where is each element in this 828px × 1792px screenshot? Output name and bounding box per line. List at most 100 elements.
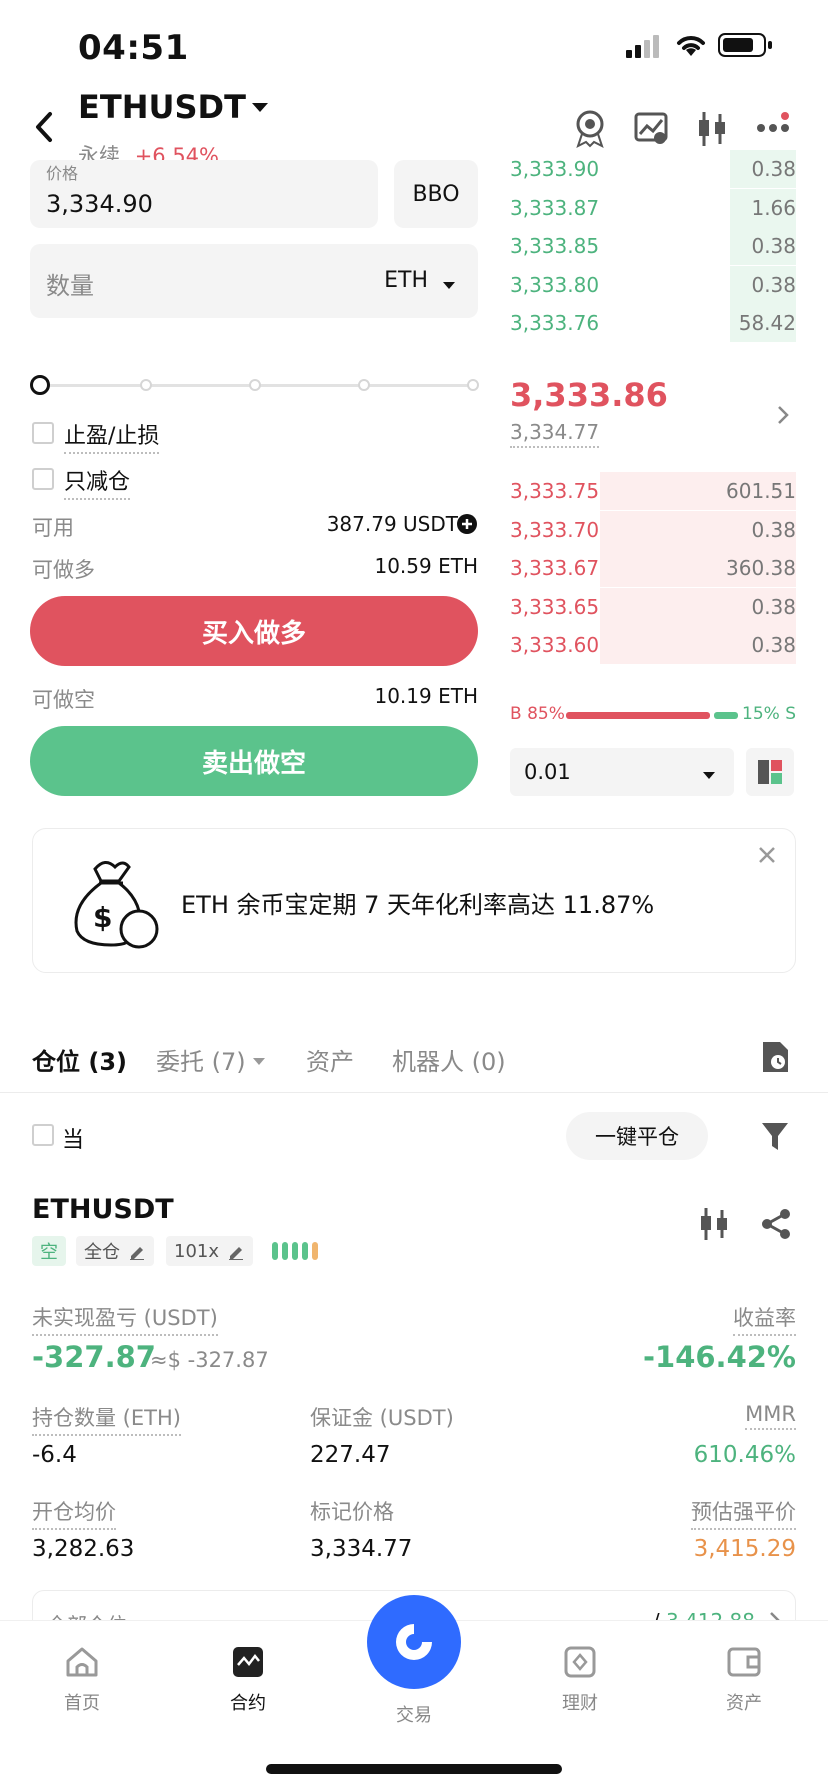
sell-ratio-label: 15% S xyxy=(742,704,796,724)
precision-select[interactable]: 0.01 xyxy=(510,748,734,796)
leverage-label: 101x xyxy=(174,1240,220,1262)
roe-label[interactable]: 收益率 xyxy=(733,1302,796,1336)
position-symbol[interactable]: ETHUSDT xyxy=(32,1194,174,1225)
slider-handle[interactable] xyxy=(30,375,50,395)
chart-settings-icon[interactable] xyxy=(634,112,670,150)
orderbook-price: 3,333.70 xyxy=(510,517,600,542)
roe-value: -146.42% xyxy=(642,1340,796,1374)
entry-label[interactable]: 开仓均价 xyxy=(32,1496,116,1530)
nav-assets[interactable]: 资产 xyxy=(684,1645,804,1715)
precision-value: 0.01 xyxy=(524,760,571,784)
quantity-placeholder: 数量 xyxy=(46,272,94,300)
orderbook-price: 3,333.65 xyxy=(510,594,600,619)
orderbook-row[interactable]: 3,333.80 0.38 xyxy=(510,265,796,304)
nav-futures[interactable]: 合约 xyxy=(188,1645,308,1715)
chevron-right-icon[interactable] xyxy=(776,404,790,430)
mmr-label[interactable]: MMR xyxy=(745,1402,796,1430)
can-short-value: 10.19 ETH xyxy=(374,684,478,708)
orderbook-row[interactable]: 3,333.85 0.38 xyxy=(510,227,796,265)
candlestick-icon[interactable] xyxy=(696,110,728,152)
bbo-button[interactable]: BBO xyxy=(394,160,478,228)
unit-dropdown-icon[interactable] xyxy=(442,276,456,295)
wallet-icon xyxy=(727,1647,761,1677)
badge-icon[interactable] xyxy=(572,110,608,152)
upnl-label[interactable]: 未实现盈亏 (USDT) xyxy=(32,1302,218,1336)
buy-long-button[interactable]: 买入做多 xyxy=(30,596,478,666)
wifi-icon xyxy=(674,30,708,62)
nav-earn-label: 理财 xyxy=(562,1693,598,1714)
battery-icon xyxy=(718,32,774,62)
bbo-label: BBO xyxy=(412,181,460,207)
nav-trade[interactable]: 交易 xyxy=(354,1595,474,1727)
orderbook-row[interactable]: 3,333.65 0.38 xyxy=(510,587,796,626)
add-funds-icon[interactable] xyxy=(456,513,478,539)
margin-mode-label: 全仓 xyxy=(84,1242,120,1263)
reduce-only-label[interactable]: 只减仓 xyxy=(64,464,131,500)
orders-dropdown-icon[interactable] xyxy=(252,1052,266,1071)
margin-mode-tag[interactable]: 全仓 xyxy=(76,1236,154,1266)
can-long-value: 10.59 ETH xyxy=(374,554,478,578)
nav-home[interactable]: 首页 xyxy=(22,1645,142,1715)
quantity-unit[interactable]: ETH xyxy=(384,268,428,293)
orderbook-row[interactable]: 3,333.70 0.38 xyxy=(510,510,796,549)
sell-ratio-bar xyxy=(713,712,738,719)
liq-value: 3,415.29 xyxy=(693,1536,796,1562)
back-icon[interactable] xyxy=(30,110,58,148)
more-icon[interactable] xyxy=(756,112,790,146)
orderbook-price: 3,333.60 xyxy=(510,633,600,657)
tab-orders[interactable]: 委托 (7) xyxy=(156,1042,246,1077)
orderbook-row[interactable]: 3,333.75 601.51 xyxy=(510,472,796,510)
tp-sl-checkbox[interactable] xyxy=(32,422,54,444)
orderbook-size: 0.38 xyxy=(751,517,796,542)
last-price[interactable]: 3,333.86 xyxy=(510,376,668,414)
edit-icon xyxy=(130,1247,144,1260)
position-chart-icon[interactable] xyxy=(698,1206,730,1246)
orderbook-row[interactable]: 3,333.60 0.38 xyxy=(510,626,796,664)
earn-icon xyxy=(564,1646,596,1678)
orderbook-row[interactable]: 3,333.87 1.66 xyxy=(510,188,796,227)
promo-banner[interactable]: $ ETH 余币宝定期 7 天年化利率高达 11.87% xyxy=(32,828,796,973)
orderbook-row[interactable]: 3,333.90 0.38 xyxy=(510,150,796,188)
available-value: 387.79 USDT xyxy=(326,512,458,536)
leverage-tag[interactable]: 101x xyxy=(166,1236,254,1266)
orderbook-layout-icon[interactable] xyxy=(746,748,794,796)
sell-short-button[interactable]: 卖出做空 xyxy=(30,726,478,796)
svg-text:$: $ xyxy=(93,901,112,934)
price-field[interactable]: 价格 3,334.90 xyxy=(30,160,378,228)
tab-bots[interactable]: 机器人 (0) xyxy=(392,1042,506,1077)
slider-tick[interactable] xyxy=(140,379,152,391)
risk-level-icon xyxy=(270,1240,326,1266)
orderbook-size: 0.38 xyxy=(751,594,796,619)
mark-price[interactable]: 3,334.77 xyxy=(510,420,600,448)
close-icon[interactable] xyxy=(757,845,777,869)
nav-earn[interactable]: 理财 xyxy=(520,1645,640,1715)
precision-dropdown-icon xyxy=(702,766,716,785)
symbol-title[interactable]: ETHUSDT xyxy=(78,88,246,126)
current-symbol-checkbox[interactable] xyxy=(32,1124,54,1146)
slider-tick[interactable] xyxy=(467,379,479,391)
orderbook-row[interactable]: 3,333.76 58.42 xyxy=(510,304,796,342)
tab-assets[interactable]: 资产 xyxy=(306,1042,354,1077)
share-icon[interactable] xyxy=(760,1208,792,1244)
money-bag-icon: $ xyxy=(65,853,159,953)
tp-sl-label[interactable]: 止盈/止损 xyxy=(64,418,160,454)
close-all-button[interactable]: 一键平仓 xyxy=(566,1112,708,1160)
tabs-divider xyxy=(0,1092,828,1093)
nav-assets-label: 资产 xyxy=(726,1693,762,1714)
quantity-field[interactable]: 数量 ETH xyxy=(30,244,478,318)
filter-icon[interactable] xyxy=(760,1120,790,1156)
symbol-dropdown-icon[interactable] xyxy=(250,100,270,119)
current-symbol-label[interactable]: 当 xyxy=(62,1122,84,1154)
history-icon[interactable] xyxy=(760,1040,790,1078)
liq-label[interactable]: 预估强平价 xyxy=(691,1496,796,1530)
orderbook-row[interactable]: 3,333.67 360.38 xyxy=(510,549,796,587)
status-time: 04:51 xyxy=(78,28,189,68)
slider-tick[interactable] xyxy=(358,379,370,391)
buy-ratio-bar xyxy=(566,712,711,719)
tab-positions[interactable]: 仓位 (3) xyxy=(32,1042,127,1077)
slider-tick[interactable] xyxy=(249,379,261,391)
price-value: 3,334.90 xyxy=(46,190,153,218)
size-label[interactable]: 持仓数量 (ETH) xyxy=(32,1402,181,1436)
signal-icon xyxy=(626,34,666,62)
reduce-only-checkbox[interactable] xyxy=(32,468,54,490)
